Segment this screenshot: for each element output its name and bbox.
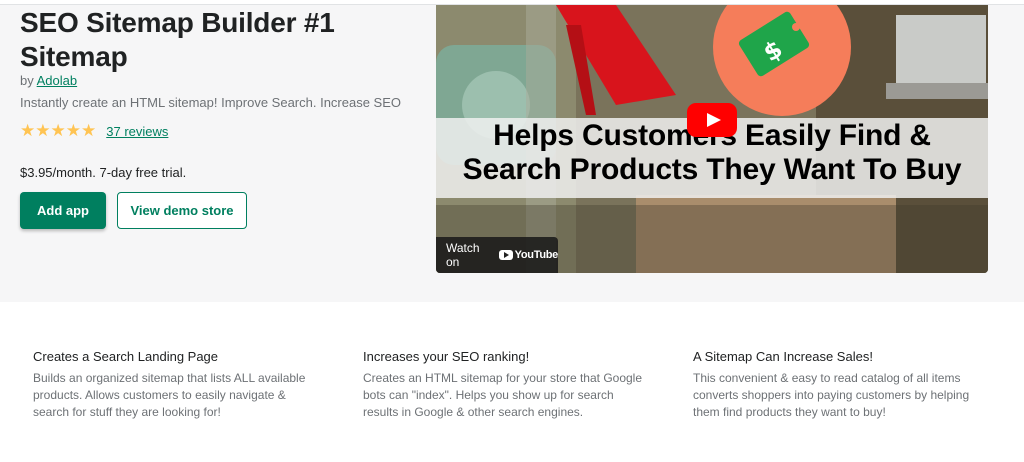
feature-card: A Sitemap Can Increase Sales! This conve… bbox=[693, 348, 973, 421]
feature-card: Increases your SEO ranking! Creates an H… bbox=[363, 348, 643, 421]
watch-on-label: Watch on bbox=[446, 241, 480, 269]
feature-description: Creates an HTML sitemap for your store t… bbox=[363, 371, 643, 419]
feature-title: Creates a Search Landing Page bbox=[33, 349, 219, 364]
app-title: SEO Sitemap Builder #1 Sitemap bbox=[20, 7, 335, 72]
byline-prefix: by bbox=[20, 73, 34, 88]
feature-title: A Sitemap Can Increase Sales! bbox=[693, 349, 873, 364]
star-icon: ★ bbox=[81, 121, 97, 140]
video-caption-line-2: Search Products They Want To Buy bbox=[462, 153, 962, 186]
developer-link[interactable]: Adolab bbox=[37, 73, 77, 88]
star-icon: ★ bbox=[20, 121, 36, 140]
app-tagline: Instantly create an HTML sitemap! Improv… bbox=[20, 95, 402, 110]
feature-card: Creates a Search Landing Page Builds an … bbox=[33, 348, 313, 421]
star-icon: ★ bbox=[65, 121, 81, 140]
watch-on-youtube-link[interactable]: Watch on YouTube bbox=[436, 237, 558, 273]
youtube-icon bbox=[498, 250, 513, 260]
star-icon: ★ bbox=[50, 121, 66, 140]
play-icon[interactable] bbox=[687, 103, 737, 137]
rating-row: ★ ★ ★ ★ ★ 37 reviews bbox=[20, 122, 168, 140]
feature-description: This convenient & easy to read catalog o… bbox=[693, 371, 970, 419]
feature-description: Builds an organized sitemap that lists A… bbox=[33, 371, 306, 419]
developer-byline: by Adolab bbox=[20, 73, 77, 88]
star-rating: ★ ★ ★ ★ ★ bbox=[20, 122, 96, 140]
add-app-button[interactable]: Add app bbox=[20, 192, 106, 229]
view-demo-store-button[interactable]: View demo store bbox=[117, 192, 247, 229]
pricing-text: $3.95/month. 7-day free trial. bbox=[20, 165, 187, 180]
youtube-wordmark: YouTube bbox=[514, 249, 559, 261]
promo-video-player[interactable]: $ Helps Customers Easily Find & Search P… bbox=[436, 5, 988, 273]
star-icon: ★ bbox=[35, 121, 51, 140]
reviews-link[interactable]: 37 reviews bbox=[106, 124, 168, 139]
youtube-logo: YouTube bbox=[498, 249, 559, 261]
feature-title: Increases your SEO ranking! bbox=[363, 349, 530, 364]
